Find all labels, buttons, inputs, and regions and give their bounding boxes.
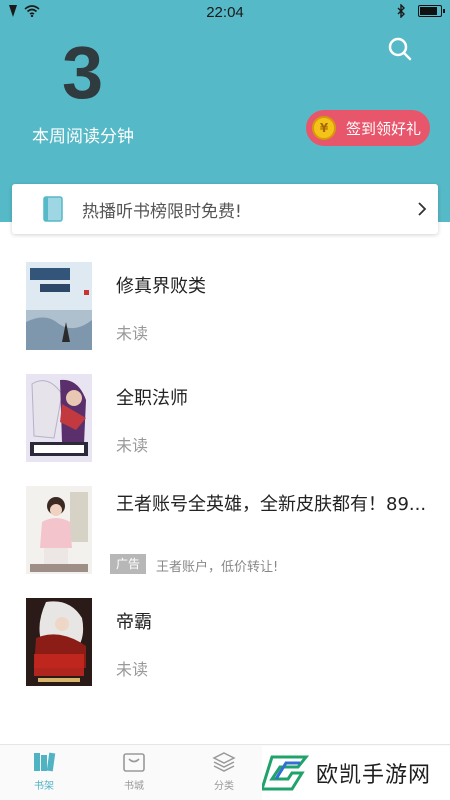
checkin-button[interactable]: ¥ 签到领好礼 xyxy=(306,110,430,146)
book-cover[interactable] xyxy=(26,598,92,686)
watermark-text: 欧凯手游网 xyxy=(316,763,432,788)
chevron-right-icon xyxy=(418,202,427,216)
ad-description: 王者账户，低价转让! xyxy=(156,560,279,575)
bookshelf-icon xyxy=(34,752,56,772)
book-title: 全职法师 xyxy=(116,388,188,409)
search-button[interactable] xyxy=(385,34,415,64)
book-status: 未读 xyxy=(116,324,149,343)
ad-title: 王者账号全英雄，全新皮肤都有！89... xyxy=(116,494,427,515)
coin-icon: ¥ xyxy=(312,116,336,140)
promo-text: 热播听书榜限时免费! xyxy=(82,201,242,222)
tab-bookshelf[interactable]: 书架 xyxy=(14,751,74,792)
status-time: 22:04 xyxy=(206,4,244,21)
ad-item[interactable]: 王者账号全英雄，全新皮肤都有！89... 广告 王者账户，低价转让! xyxy=(0,474,450,586)
tab-category-label: 分类 xyxy=(214,781,234,792)
ad-badge: 广告 xyxy=(110,554,146,574)
promo-banner[interactable]: 热播听书榜限时免费! xyxy=(12,184,438,234)
watermark: 欧凯手游网 xyxy=(262,746,450,800)
book-cover[interactable] xyxy=(26,262,92,350)
tab-store-label: 书城 xyxy=(124,781,144,792)
layers-icon xyxy=(212,752,236,772)
store-icon xyxy=(123,753,145,772)
book-title: 帝霸 xyxy=(116,612,152,633)
book-status: 未读 xyxy=(116,436,149,455)
status-bar: 22:04 xyxy=(0,0,450,26)
battery-icon xyxy=(418,5,445,17)
bluetooth-icon xyxy=(397,4,405,18)
book-item[interactable]: 修真界败类 未读 xyxy=(0,250,450,362)
ad-image[interactable] xyxy=(26,486,92,574)
book-title: 修真界败类 xyxy=(116,276,206,297)
book-cover[interactable] xyxy=(26,374,92,462)
reading-minutes-label: 本周阅读分钟 xyxy=(32,127,134,147)
tab-bookshelf-label: 书架 xyxy=(34,781,54,792)
tab-store[interactable]: 书城 xyxy=(104,751,164,792)
search-icon xyxy=(388,37,412,61)
tab-category[interactable]: 分类 xyxy=(194,751,254,792)
book-icon xyxy=(43,196,63,222)
watermark-logo-icon xyxy=(262,755,310,791)
book-item[interactable]: 全职法师 未读 xyxy=(0,362,450,474)
book-item[interactable]: 帝霸 未读 xyxy=(0,586,450,698)
checkin-label: 签到领好礼 xyxy=(346,119,422,138)
book-status: 未读 xyxy=(116,660,149,679)
reading-minutes-value: 3 xyxy=(62,31,104,114)
